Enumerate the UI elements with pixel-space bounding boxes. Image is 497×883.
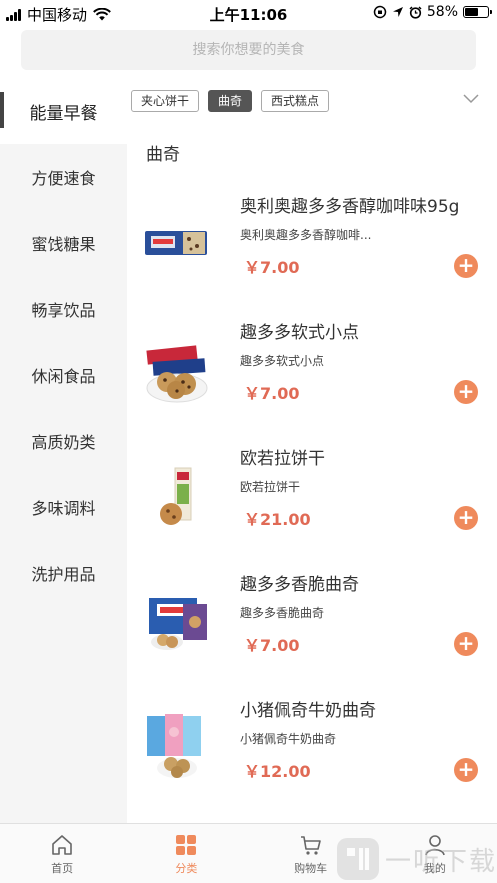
sidebar-item-drinks[interactable]: 畅享饮品 (0, 276, 127, 342)
watermark: 一听下载 (337, 838, 497, 880)
battery-percent: 58% (426, 4, 458, 20)
subcategory-tags: 夹心饼干 曲奇 西式糕点 (131, 90, 330, 112)
product-item[interactable]: 小猪佩奇牛奶曲奇 小猪佩奇牛奶曲奇 ￥12.00 + (127, 686, 497, 812)
add-to-cart-button[interactable]: + (454, 254, 478, 278)
add-to-cart-button[interactable]: + (454, 632, 478, 656)
watermark-text: 一听下载 (385, 846, 497, 877)
status-bar: 中国移动 上午11:06 58% (0, 0, 497, 26)
product-desc: 趣多多软式小点 (240, 354, 325, 368)
product-desc: 奥利奥趣多多香醇咖啡... (240, 228, 372, 242)
status-right: 58% (373, 4, 492, 20)
product-name: 趣多多香脆曲奇 (240, 575, 359, 595)
product-panel: 夹心饼干 曲奇 西式糕点 曲奇 奥利奥趣多多香醇咖啡味95g 奥利奥趣多多香醇咖… (127, 78, 497, 823)
tag-western-pastry[interactable]: 西式糕点 (261, 90, 330, 112)
category-icon (176, 835, 197, 855)
tab-label: 分类 (175, 862, 198, 875)
sidebar-item-candy[interactable]: 蜜饯糖果 (0, 210, 127, 276)
sidebar-item-snacks[interactable]: 休闲食品 (0, 342, 127, 408)
tag-sandwich-biscuit[interactable]: 夹心饼干 (131, 90, 200, 112)
product-image (147, 714, 201, 778)
section-title: 曲奇 (146, 145, 180, 165)
chevron-down-icon[interactable] (463, 94, 479, 104)
add-to-cart-button[interactable]: + (454, 380, 478, 404)
product-item[interactable]: 欧若拉饼干 欧若拉饼干 ￥21.00 + (127, 434, 497, 560)
product-price: ￥7.00 (244, 258, 300, 277)
product-desc: 欧若拉饼干 (240, 480, 301, 494)
product-item[interactable]: 趣多多香脆曲奇 趣多多香脆曲奇 ￥7.00 + (127, 560, 497, 686)
sidebar-item-label: 多味调料 (31, 499, 96, 518)
tab-label: 首页 (51, 862, 74, 875)
tab-label: 购物车 (294, 862, 328, 875)
product-price: ￥21.00 (244, 510, 311, 529)
product-name: 欧若拉饼干 (240, 449, 325, 469)
add-to-cart-button[interactable]: + (454, 758, 478, 782)
tab-home[interactable]: 首页 (0, 824, 124, 883)
product-item[interactable]: 奥利奥趣多多香醇咖啡味95g 奥利奥趣多多香醇咖啡... ￥7.00 + (127, 182, 497, 308)
product-item[interactable]: 趣多多软式小点 趣多多软式小点 ￥7.00 + (127, 308, 497, 434)
tab-category[interactable]: 分类 (124, 824, 248, 883)
watermark-logo-icon (337, 838, 379, 880)
sidebar-item-label: 能量早餐 (29, 103, 98, 124)
product-image (149, 598, 207, 650)
product-price: ￥7.00 (244, 384, 300, 403)
sidebar-item-label: 蜜饯糖果 (31, 235, 96, 254)
sidebar-item-label: 畅享饮品 (31, 301, 96, 320)
sidebar-item-energy-breakfast[interactable]: 能量早餐 (0, 78, 127, 144)
category-sidebar: 能量早餐 方便速食 蜜饯糖果 畅享饮品 休闲食品 高质奶类 多味调料 洗护用品 (0, 78, 127, 823)
alarm-icon (409, 5, 422, 19)
add-to-cart-button[interactable]: + (454, 506, 478, 530)
battery-fill (465, 8, 478, 16)
sidebar-item-toiletries[interactable]: 洗护用品 (0, 540, 127, 606)
product-name: 奥利奥趣多多香醇咖啡味95g (240, 197, 460, 217)
sidebar-item-label: 洗护用品 (31, 565, 96, 584)
sidebar-item-label: 高质奶类 (31, 433, 96, 452)
product-price: ￥12.00 (244, 762, 311, 781)
product-name: 小猪佩奇牛奶曲奇 (240, 701, 376, 721)
tag-cookies[interactable]: 曲奇 (208, 90, 253, 112)
product-name: 趣多多软式小点 (240, 323, 359, 343)
sidebar-item-label: 休闲食品 (31, 367, 96, 386)
home-icon (52, 835, 72, 855)
product-price: ￥7.00 (244, 636, 300, 655)
sidebar-item-dairy[interactable]: 高质奶类 (0, 408, 127, 474)
product-desc: 小猪佩奇牛奶曲奇 (240, 732, 337, 746)
product-image (146, 345, 208, 403)
cart-icon (300, 836, 321, 855)
sidebar-item-seasoning[interactable]: 多味调料 (0, 474, 127, 540)
product-desc: 趣多多香脆曲奇 (240, 606, 325, 620)
search-input[interactable] (21, 30, 476, 70)
location-icon (392, 7, 403, 17)
product-image (160, 467, 192, 525)
product-image (145, 231, 207, 255)
sidebar-item-instant-food[interactable]: 方便速食 (0, 144, 127, 210)
battery-icon (463, 6, 492, 18)
rotation-lock-icon (373, 5, 387, 19)
sidebar-item-label: 方便速食 (31, 169, 96, 188)
